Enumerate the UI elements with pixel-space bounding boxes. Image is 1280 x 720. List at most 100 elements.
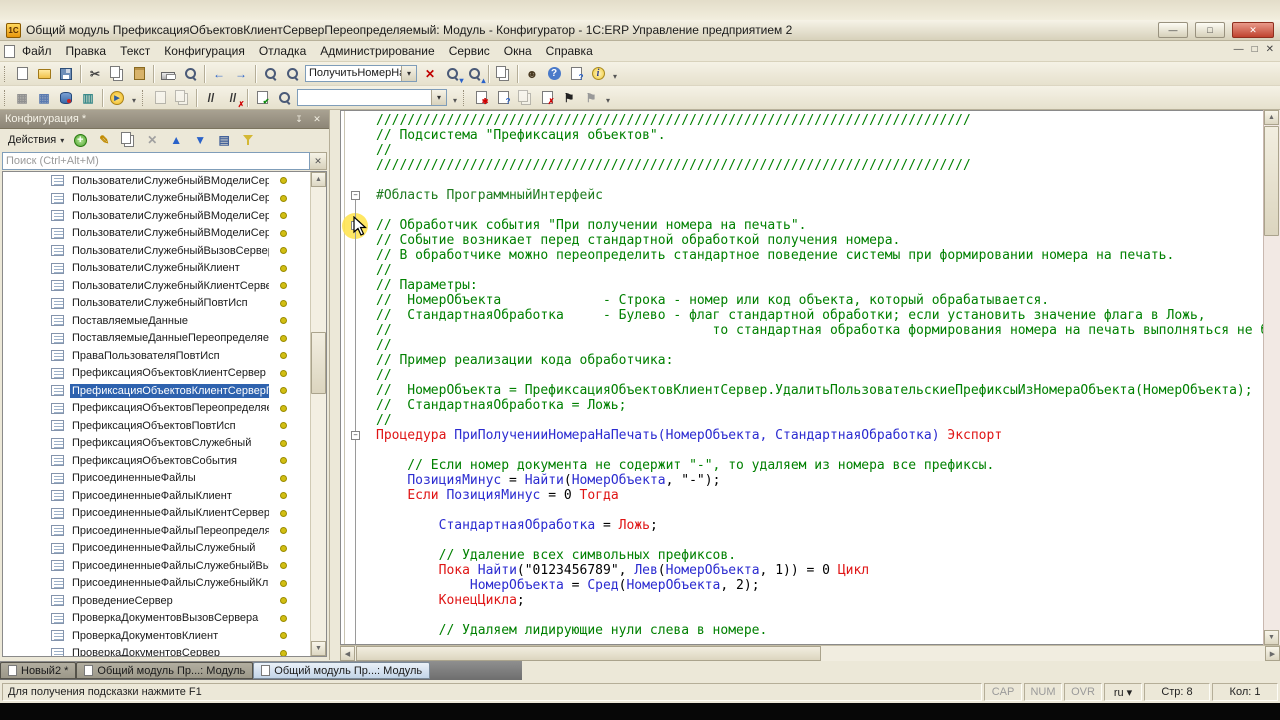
editor-vertical-scrollbar[interactable]: ▲ ▼	[1263, 110, 1280, 645]
procedures-list-button[interactable]	[273, 88, 295, 108]
code-editor[interactable]: −−− ////////////////////////////////////…	[340, 110, 1263, 645]
tree-item[interactable]: ПользователиСлужебныйВызовСервера	[3, 242, 309, 260]
tree-item[interactable]: ПрисоединенныеФайлыКлиентСервер	[3, 505, 309, 523]
editor-vscroll-thumb[interactable]	[1264, 126, 1279, 236]
editor-horizontal-scrollbar[interactable]: ◀ ▶	[340, 645, 1280, 661]
tree-item[interactable]: ПрисоединенныеФайлыСлужебныйВызо...	[3, 557, 309, 575]
delete-button[interactable]: ✕	[141, 130, 163, 150]
menu-item[interactable]: Файл	[15, 41, 59, 61]
paste-button[interactable]	[128, 64, 150, 84]
tree-item[interactable]: ПользователиСлужебныйКлиент	[3, 260, 309, 278]
shift-block-button[interactable]	[171, 88, 193, 108]
add-button[interactable]: +	[69, 130, 91, 150]
tree-item[interactable]: ПрефиксацияОбъектовПереопределяемый	[3, 400, 309, 418]
tree-item[interactable]: ПрисоединенныеФайлыСлужебный	[3, 540, 309, 558]
maximize-button[interactable]: □	[1195, 22, 1225, 38]
menu-item[interactable]: Отладка	[252, 41, 313, 61]
scroll-down-icon[interactable]: ▼	[311, 641, 326, 656]
procedure-combobox-dropdown-icon[interactable]: ▾	[431, 90, 446, 105]
open-document-button[interactable]	[33, 64, 55, 84]
tree-item[interactable]: ПроведениеСервер	[3, 592, 309, 610]
mdi-system-menu-icon[interactable]	[4, 44, 15, 58]
add-comment-button[interactable]: //	[200, 88, 222, 108]
global-search-button[interactable]	[259, 64, 281, 84]
menu-item[interactable]: Справка	[539, 41, 600, 61]
toolbar-overflow-icon[interactable]: ▾	[128, 89, 140, 107]
menu-item[interactable]: Окна	[497, 41, 539, 61]
delete-template-button[interactable]: ✗	[536, 88, 558, 108]
open-form-button[interactable]: ▦	[33, 88, 55, 108]
toolbar-overflow-icon[interactable]: ▾	[602, 89, 614, 107]
navigate-back-button[interactable]: ←	[208, 64, 230, 84]
list-settings-button[interactable]: ▤	[213, 130, 235, 150]
save-document-button[interactable]	[55, 64, 77, 84]
format-block-button[interactable]	[149, 88, 171, 108]
tree-item[interactable]: ПрефиксацияОбъектовКлиентСервер	[3, 365, 309, 383]
tree-item[interactable]: ПользователиСлужебныйВМоделиСерви...	[3, 225, 309, 243]
tree-item[interactable]: ПроверкаДокументовВызовСервера	[3, 610, 309, 628]
editor-scroll-right-icon[interactable]: ▶	[1265, 646, 1280, 661]
toolbar-overflow-icon[interactable]: ▾	[449, 89, 461, 107]
tree-item[interactable]: ПроверкаДокументовКлиент	[3, 627, 309, 645]
help-contents-button[interactable]: ?	[565, 64, 587, 84]
menu-item[interactable]: Текст	[113, 41, 157, 61]
tree-item[interactable]: ПользователиСлужебныйВМоделиСерви...	[3, 190, 309, 208]
move-down-button[interactable]: ▼	[189, 130, 211, 150]
print-button[interactable]	[157, 64, 179, 84]
toolbar-overflow-icon[interactable]: ▾	[609, 65, 621, 83]
tree-item[interactable]: ПользователиСлужебныйВМоделиСерви...	[3, 172, 309, 190]
tree-item[interactable]: ПоставляемыеДанные	[3, 312, 309, 330]
move-up-button[interactable]: ▲	[165, 130, 187, 150]
about-info-button[interactable]: i	[587, 64, 609, 84]
print-preview-button[interactable]	[179, 64, 201, 84]
editor-scroll-down-icon[interactable]: ▼	[1264, 630, 1279, 645]
menu-item[interactable]: Сервис	[442, 41, 497, 61]
find-previous-button[interactable]: ▴	[463, 64, 486, 84]
tree-item[interactable]: ПользователиСлужебныйПовтИсп	[3, 295, 309, 313]
tree-item[interactable]: ПоставляемыеДанныеПереопределяемый	[3, 330, 309, 348]
tree-item[interactable]: ПрисоединенныеФайлыПереопределяем...	[3, 522, 309, 540]
pin-icon[interactable]: ↧	[292, 113, 306, 126]
menu-item[interactable]: Администрирование	[313, 41, 441, 61]
table-view-button[interactable]: ▥	[77, 88, 99, 108]
editor-scroll-left-icon[interactable]: ◀	[340, 646, 355, 661]
tree-item[interactable]: ПрисоединенныеФайлыКлиент	[3, 487, 309, 505]
clear-search-icon[interactable]: ✕	[310, 152, 327, 170]
search-combobox-dropdown-icon[interactable]: ▾	[401, 66, 416, 81]
run-to-cursor-flag-button[interactable]: ⚑	[558, 88, 580, 108]
close-button[interactable]: ✕	[1232, 22, 1274, 38]
tree-item[interactable]: ПрефиксацияОбъектовСлужебный	[3, 435, 309, 453]
window-tab[interactable]: Общий модуль Пр...: Модуль	[76, 662, 254, 679]
database-config-button[interactable]	[55, 88, 77, 108]
tree-item[interactable]: ПрисоединенныеФайлы	[3, 470, 309, 488]
tree-scrollbar[interactable]: ▲ ▼	[310, 172, 326, 656]
find-next-button[interactable]: ▾	[441, 64, 464, 84]
tree-item[interactable]: ПрефиксацияОбъектовСобытия	[3, 452, 309, 470]
new-template-button[interactable]: ✱	[470, 88, 492, 108]
templates-list-button[interactable]	[514, 88, 536, 108]
tree-item[interactable]: ПользователиСлужебныйВМоделиСерви...	[3, 207, 309, 225]
scroll-up-icon[interactable]: ▲	[311, 172, 326, 187]
window-tab[interactable]: Новый2 *	[0, 662, 77, 679]
clear-search-button[interactable]: ✕	[419, 64, 441, 84]
editor-scroll-up-icon[interactable]: ▲	[1264, 110, 1279, 125]
locals-grid-button[interactable]: ▦	[11, 88, 33, 108]
navigate-forward-button[interactable]: →	[230, 64, 252, 84]
panel-close-icon[interactable]: ✕	[310, 113, 324, 126]
syntax-assistant-button[interactable]: ☻	[521, 64, 543, 84]
procedure-combobox[interactable]: ▾	[297, 89, 447, 106]
menu-item[interactable]: Конфигурация	[157, 41, 252, 61]
tree-item[interactable]: ПрефиксацияОбъектовКлиентСерверПер...	[3, 382, 309, 400]
tree-item[interactable]: ПрисоединенныеФайлыСлужебныйКлиент	[3, 575, 309, 593]
tree-item[interactable]: ПроверкаДокументовСервер	[3, 645, 309, 656]
actions-menu-button[interactable]: Действия ▾	[3, 132, 69, 148]
filter-button[interactable]	[237, 130, 259, 150]
search-input[interactable]: Поиск (Ctrl+Alt+M)	[2, 152, 310, 170]
panel-header[interactable]: Конфигурация * ↧ ✕	[0, 110, 329, 129]
start-debugging-button[interactable]: ▶	[106, 88, 128, 108]
tree-item[interactable]: ПрефиксацияОбъектовПовтИсп	[3, 417, 309, 435]
window-tab[interactable]: Общий модуль Пр...: Модуль	[253, 662, 431, 679]
find-button[interactable]	[281, 64, 303, 84]
check-module-button[interactable]: ✔	[251, 88, 273, 108]
copy-button[interactable]	[106, 64, 128, 84]
